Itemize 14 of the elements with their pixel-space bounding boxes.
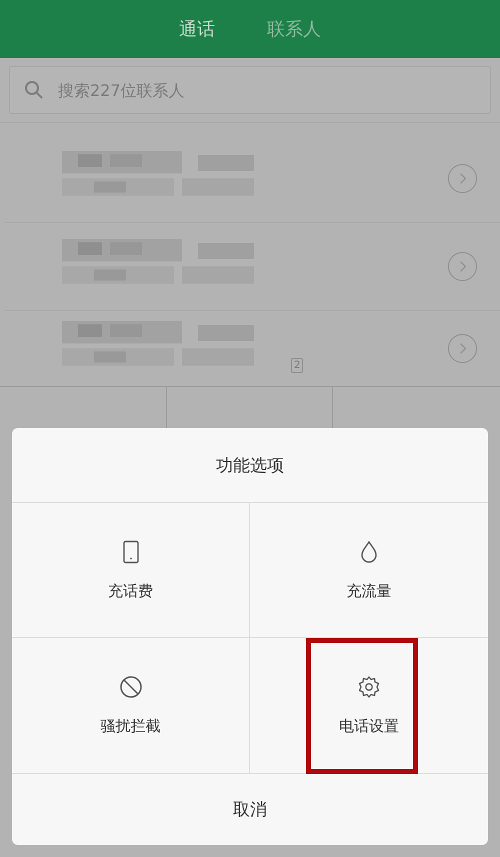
cancel-button[interactable]: 取消	[12, 774, 488, 845]
chevron-icon[interactable]	[447, 163, 478, 194]
option-item[interactable]: 充流量	[250, 503, 488, 638]
dialog-title: 功能选项	[12, 428, 488, 503]
option-item[interactable]: 电话设置	[250, 638, 488, 774]
chevron-icon[interactable]	[447, 333, 478, 364]
settings-icon	[357, 675, 381, 699]
sim-badge: 2	[291, 358, 304, 372]
chevron-icon[interactable]	[447, 251, 478, 282]
block-icon	[118, 675, 142, 699]
option-item[interactable]: 骚扰拦截	[12, 638, 250, 774]
search-icon	[24, 80, 44, 100]
option-item[interactable]: 充话费	[12, 503, 250, 638]
search-field[interactable]: 搜索227位联系人	[9, 66, 491, 114]
